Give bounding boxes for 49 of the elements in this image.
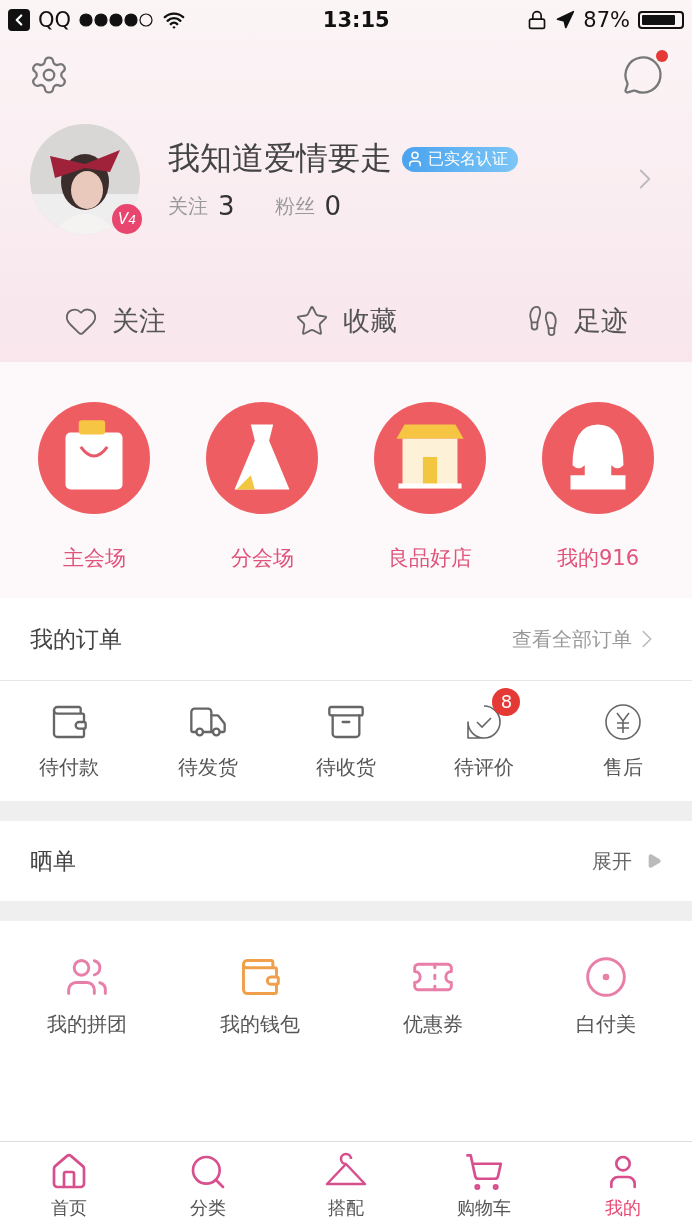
stat-value: 3	[218, 191, 235, 221]
quick-link[interactable]: 足迹	[573, 303, 628, 339]
order-status-label[interactable]: 待发货	[177, 753, 238, 781]
triangle-icon	[646, 853, 662, 869]
tab[interactable]: 购物车	[457, 1196, 512, 1220]
user-name: 我知道爱情要走	[168, 138, 392, 179]
signal-icon	[79, 13, 156, 27]
battery-icon	[638, 11, 684, 29]
stat-label: 关注	[168, 192, 208, 220]
tab[interactable]: 我的	[604, 1196, 641, 1220]
venue-label[interactable]: 主会场	[62, 544, 126, 572]
expand-link[interactable]: 展开	[592, 847, 632, 875]
back-app-label[interactable]: QQ	[38, 8, 72, 32]
shopping-bag-icon	[38, 402, 150, 514]
count-badge: 8	[492, 687, 521, 716]
order-status-label[interactable]: 待收货	[316, 753, 376, 781]
quick-link[interactable]: 关注	[112, 303, 167, 339]
tab[interactable]: 搭配	[328, 1196, 364, 1220]
tool-label[interactable]: 白付美	[575, 1010, 636, 1038]
battery-percent: 87%	[583, 8, 630, 32]
tool-label[interactable]: 我的拼团	[46, 1010, 127, 1038]
tab[interactable]: 分类	[189, 1196, 226, 1220]
location-icon	[555, 10, 576, 30]
figure-icon	[542, 402, 654, 514]
order-status-label[interactable]: 售后	[602, 753, 643, 781]
venue-label[interactable]: 分会场	[230, 544, 294, 572]
yen-icon	[602, 701, 643, 742]
verified-badge: 已实名认证	[402, 146, 518, 172]
clock-time: 13:15	[322, 8, 390, 32]
rotation-lock-icon	[527, 10, 548, 30]
tool-label[interactable]: 优惠券	[402, 1010, 463, 1038]
order-status-label[interactable]: 待评价	[454, 753, 515, 781]
stat-value: 0	[324, 191, 342, 221]
storefront-icon	[374, 402, 486, 514]
order-status-label[interactable]: 待付款	[39, 753, 100, 781]
circle-dot-icon	[583, 954, 628, 999]
back-icon[interactable]	[8, 9, 30, 31]
tab[interactable]: 首页	[51, 1196, 88, 1220]
venue-label[interactable]: 我的916	[556, 544, 640, 572]
star-icon	[295, 304, 329, 338]
venue-label[interactable]: 良品好店	[388, 544, 472, 572]
dress-icon	[206, 402, 318, 514]
quick-link[interactable]: 收藏	[343, 303, 397, 339]
wifi-icon	[163, 9, 186, 31]
section-title: 我的订单	[30, 624, 122, 654]
tool-label[interactable]: 我的钱包	[219, 1010, 300, 1038]
section-title: 晒单	[30, 846, 76, 876]
cart-icon	[464, 1152, 505, 1192]
stat-label: 粉丝	[274, 192, 315, 220]
